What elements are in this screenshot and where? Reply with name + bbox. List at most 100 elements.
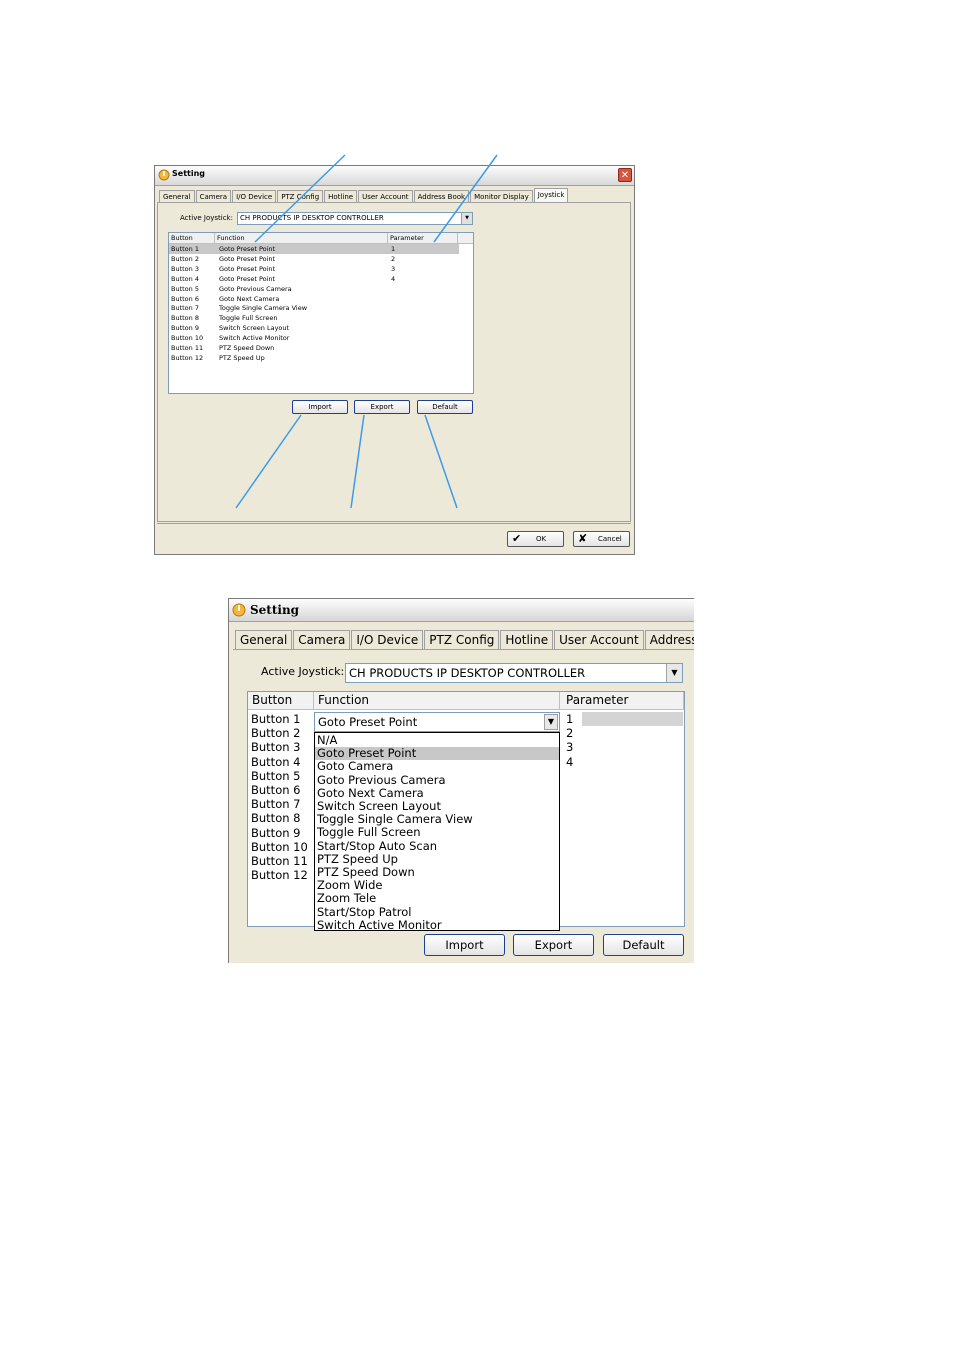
list-item-button[interactable]: Button 6 <box>251 783 301 797</box>
dropdown-option[interactable]: Zoom Tele <box>315 892 559 905</box>
dropdown-option[interactable]: Start/Stop Patrol <box>315 905 559 919</box>
list-item-button[interactable]: Button 5 <box>251 769 301 783</box>
import-button[interactable]: Import <box>424 934 505 956</box>
table-row[interactable]: Button 12 PTZ Speed Up <box>169 353 473 363</box>
column-header-function[interactable]: Function <box>314 692 560 709</box>
table-row[interactable]: Button 1 Goto Preset Point 1 <box>169 244 459 254</box>
tab-strip: General Camera I/O Device PTZ Config Hot… <box>159 188 569 203</box>
column-header-parameter[interactable]: Parameter <box>560 692 684 709</box>
default-button[interactable]: Default <box>417 400 473 414</box>
table-row[interactable]: Button 6 Goto Next Camera <box>169 294 473 304</box>
list-item-button[interactable]: Button 9 <box>251 826 301 840</box>
ok-label: OK <box>536 535 547 543</box>
column-header-function[interactable]: Function <box>215 233 388 243</box>
dropdown-option[interactable]: Zoom Wide <box>315 878 559 892</box>
dropdown-option[interactable]: Toggle Full Screen <box>315 826 559 839</box>
dropdown-option[interactable]: Goto Next Camera <box>315 786 559 800</box>
table-row[interactable]: Button 10 Switch Active Monitor <box>169 333 473 343</box>
list-item-button[interactable]: Button 10 <box>251 840 308 854</box>
dropdown-option[interactable]: Start/Stop Auto Scan <box>315 839 559 853</box>
dropdown-option[interactable]: PTZ Speed Up <box>315 852 559 866</box>
list-item-button[interactable]: Button 1 <box>251 712 301 726</box>
cell-parameter: 1 <box>391 245 396 253</box>
tab-user-account[interactable]: User Account <box>554 630 644 649</box>
close-button[interactable]: ✕ <box>618 168 632 182</box>
list-item-parameter[interactable]: 3 <box>566 740 573 754</box>
tab-joystick[interactable]: Joystick <box>533 188 569 203</box>
column-header-button[interactable]: Button <box>169 233 215 243</box>
cell-function: Goto Preset Point <box>219 245 276 253</box>
column-header-button[interactable]: Button <box>248 692 314 709</box>
tab-io-device[interactable]: I/O Device <box>351 630 424 649</box>
table-row[interactable]: Button 11 PTZ Speed Down <box>169 343 473 353</box>
active-joystick-select[interactable]: CH PRODUCTS IP DESKTOP CONTROLLER ▼ <box>237 212 473 225</box>
export-button[interactable]: Export <box>354 400 410 414</box>
chevron-down-icon[interactable]: ▼ <box>666 664 682 682</box>
list-item-button[interactable]: Button 7 <box>251 797 301 811</box>
settings-window-small: Setting ✕ General Camera I/O Device PTZ … <box>154 165 635 555</box>
active-joystick-label: Active Joystick: <box>180 214 233 222</box>
cell-function: Switch Active Monitor <box>219 334 290 343</box>
joystick-button-list[interactable]: Button Function Parameter Button 1 Button… <box>247 691 685 931</box>
column-header-parameter[interactable]: Parameter <box>388 233 458 243</box>
joystick-button-list[interactable]: Button Function Parameter Button 1 Goto P… <box>168 232 474 394</box>
table-row[interactable]: Button 5 Goto Previous Camera <box>169 284 473 294</box>
active-joystick-select[interactable]: CH PRODUCTS IP DESKTOP CONTROLLER ▼ <box>345 663 683 683</box>
checkmark-icon: ✔ <box>512 532 522 545</box>
dropdown-option[interactable]: Goto Previous Camera <box>315 773 559 787</box>
cell-button: Button 4 <box>171 274 199 283</box>
list-item-parameter[interactable]: 2 <box>566 726 573 740</box>
tab-camera[interactable]: Camera <box>293 630 351 649</box>
tab-strip: General Camera I/O Device PTZ Config Hot… <box>235 630 694 650</box>
cell-button: Button 3 <box>171 264 199 273</box>
list-item-button[interactable]: Button 3 <box>251 740 301 754</box>
cell-button: Button 10 <box>171 334 204 343</box>
list-item-button[interactable]: Button 4 <box>251 755 301 769</box>
table-row[interactable]: Button 7 Toggle Single Camera View <box>169 303 473 313</box>
table-row[interactable]: Button 4 Goto Preset Point 4 <box>169 274 473 284</box>
function-combo[interactable]: Goto Preset Point ▼ <box>314 712 560 732</box>
cell-button: Button 11 <box>171 344 204 352</box>
default-button[interactable]: Default <box>603 934 684 956</box>
cell-function: Toggle Full Screen <box>219 314 278 323</box>
table-row[interactable]: Button 8 Toggle Full Screen <box>169 313 473 323</box>
list-item-parameter[interactable]: 1 <box>566 712 573 726</box>
cell-button: Button 9 <box>171 324 199 333</box>
close-icon: ✕ <box>620 170 630 181</box>
list-item-button[interactable]: Button 12 <box>251 868 308 882</box>
tab-ptz-config[interactable]: PTZ Config <box>424 630 500 649</box>
list-item-parameter[interactable]: 4 <box>566 755 573 769</box>
list-item-button[interactable]: Button 8 <box>251 811 301 825</box>
tab-address-book[interactable]: Address Book <box>644 630 694 649</box>
table-row[interactable]: Button 3 Goto Preset Point 3 <box>169 264 473 274</box>
active-joystick-value: CH PRODUCTS IP DESKTOP CONTROLLER <box>349 666 586 680</box>
list-item-button[interactable]: Button 2 <box>251 726 301 740</box>
list-item-button[interactable]: Button 11 <box>251 854 308 868</box>
cell-button: Button 12 <box>171 353 204 362</box>
app-icon <box>158 169 170 181</box>
chevron-down-icon[interactable]: ▼ <box>461 213 472 224</box>
cancel-button[interactable]: ✘ Cancel <box>573 531 630 547</box>
tab-general[interactable]: General <box>235 630 293 649</box>
dropdown-option[interactable]: Toggle Single Camera View <box>315 812 559 826</box>
cell-parameter: 2 <box>391 254 396 263</box>
export-button[interactable]: Export <box>513 934 594 956</box>
ok-button[interactable]: ✔ OK <box>507 531 564 547</box>
function-dropdown-list[interactable]: N/A Goto Preset Point Goto Camera Goto Prev… <box>314 732 560 931</box>
table-row[interactable]: Button 2 Goto Preset Point 2 <box>169 254 473 264</box>
list-header: Button Function Parameter <box>169 233 473 244</box>
cell-button: Button 7 <box>171 304 199 313</box>
active-joystick-value: CH PRODUCTS IP DESKTOP CONTROLLER <box>240 214 384 222</box>
dropdown-option[interactable]: Switch Active Monitor <box>315 918 559 932</box>
dropdown-option[interactable]: Goto Camera <box>315 760 559 773</box>
function-combo-value: Goto Preset Point <box>318 715 418 729</box>
tab-hotline[interactable]: Hotline <box>500 630 554 649</box>
dropdown-option[interactable]: Goto Preset Point <box>315 746 559 761</box>
chevron-down-icon[interactable]: ▼ <box>544 714 558 730</box>
import-button[interactable]: Import <box>292 400 348 414</box>
x-icon: ✘ <box>578 532 588 545</box>
selected-row-highlight <box>582 712 683 726</box>
cancel-label: Cancel <box>598 535 622 543</box>
table-row[interactable]: Button 9 Switch Screen Layout <box>169 323 473 333</box>
cell-parameter: 3 <box>391 264 396 273</box>
